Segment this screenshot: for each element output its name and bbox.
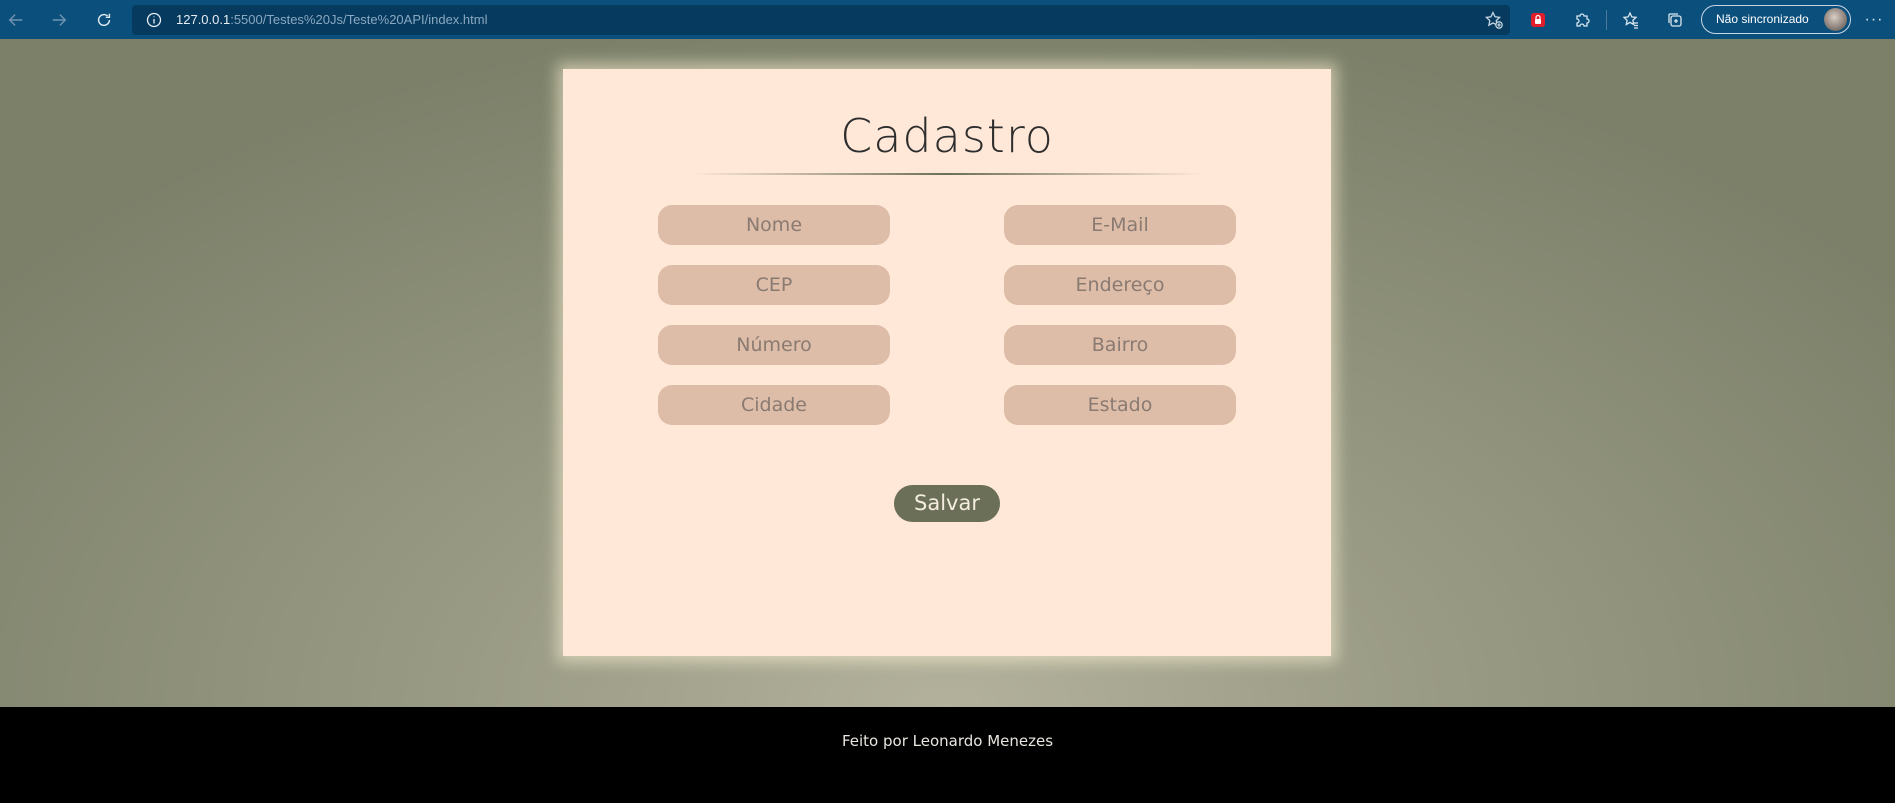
info-icon[interactable] [146, 12, 162, 28]
profile-button[interactable]: Não sincronizado [1701, 5, 1851, 34]
puzzle-icon[interactable] [1571, 9, 1593, 31]
page-background: Cadastro Salvar [0, 39, 1895, 707]
title-divider [693, 173, 1201, 175]
cidade-input[interactable] [658, 385, 890, 425]
nome-input[interactable] [658, 205, 890, 245]
save-button[interactable]: Salvar [894, 485, 1000, 522]
add-favorite-icon[interactable] [1484, 10, 1504, 30]
avatar [1824, 8, 1847, 31]
profile-label: Não sincronizado [1716, 12, 1809, 26]
url-path: :5500/Testes%20Js/Teste%20API/index.html [230, 12, 488, 27]
url-host: 127.0.0.1 [176, 12, 231, 27]
forward-arrow-icon[interactable] [46, 7, 72, 33]
footer: Feito por Leonardo Menezes [0, 707, 1895, 803]
footer-credit: Feito por Leonardo Menezes [841, 732, 1054, 750]
toolbar-divider [1606, 10, 1607, 30]
bairro-input[interactable] [1004, 325, 1236, 365]
url-text[interactable]: 127.0.0.1:5500/Testes%20Js/Teste%20API/i… [176, 12, 487, 27]
back-arrow-icon[interactable] [3, 7, 29, 33]
email-input[interactable] [1004, 205, 1236, 245]
more-icon[interactable]: ··· [1863, 9, 1885, 31]
estado-input[interactable] [1004, 385, 1236, 425]
endereco-input[interactable] [1004, 265, 1236, 305]
browser-toolbar: 127.0.0.1:5500/Testes%20Js/Teste%20API/i… [0, 0, 1895, 39]
form-card: Cadastro Salvar [563, 69, 1331, 656]
favorites-icon[interactable] [1620, 9, 1642, 31]
collections-icon[interactable] [1664, 9, 1686, 31]
reload-icon[interactable] [91, 7, 117, 33]
address-bar[interactable]: 127.0.0.1:5500/Testes%20Js/Teste%20API/i… [132, 5, 1510, 35]
numero-input[interactable] [658, 325, 890, 365]
extension-lock-icon[interactable] [1527, 9, 1549, 31]
page-title: Cadastro [840, 109, 1054, 163]
cep-input[interactable] [658, 265, 890, 305]
